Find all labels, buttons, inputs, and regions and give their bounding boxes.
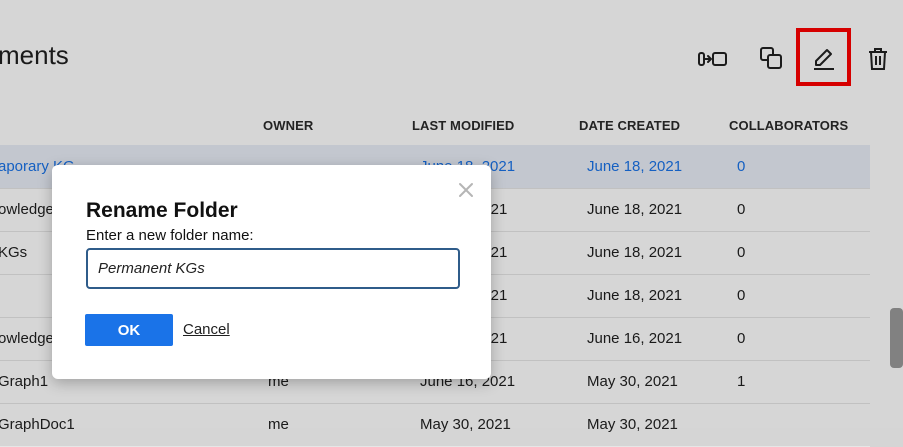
folder-name-input[interactable] bbox=[86, 248, 460, 289]
cancel-button[interactable]: Cancel bbox=[183, 321, 230, 338]
dialog-title: Rename Folder bbox=[86, 199, 238, 222]
close-icon[interactable] bbox=[457, 181, 475, 199]
ok-button[interactable]: OK bbox=[85, 314, 173, 346]
rename-folder-dialog: Rename Folder Enter a new folder name: O… bbox=[52, 165, 491, 379]
folder-name-label: Enter a new folder name: bbox=[86, 227, 254, 244]
